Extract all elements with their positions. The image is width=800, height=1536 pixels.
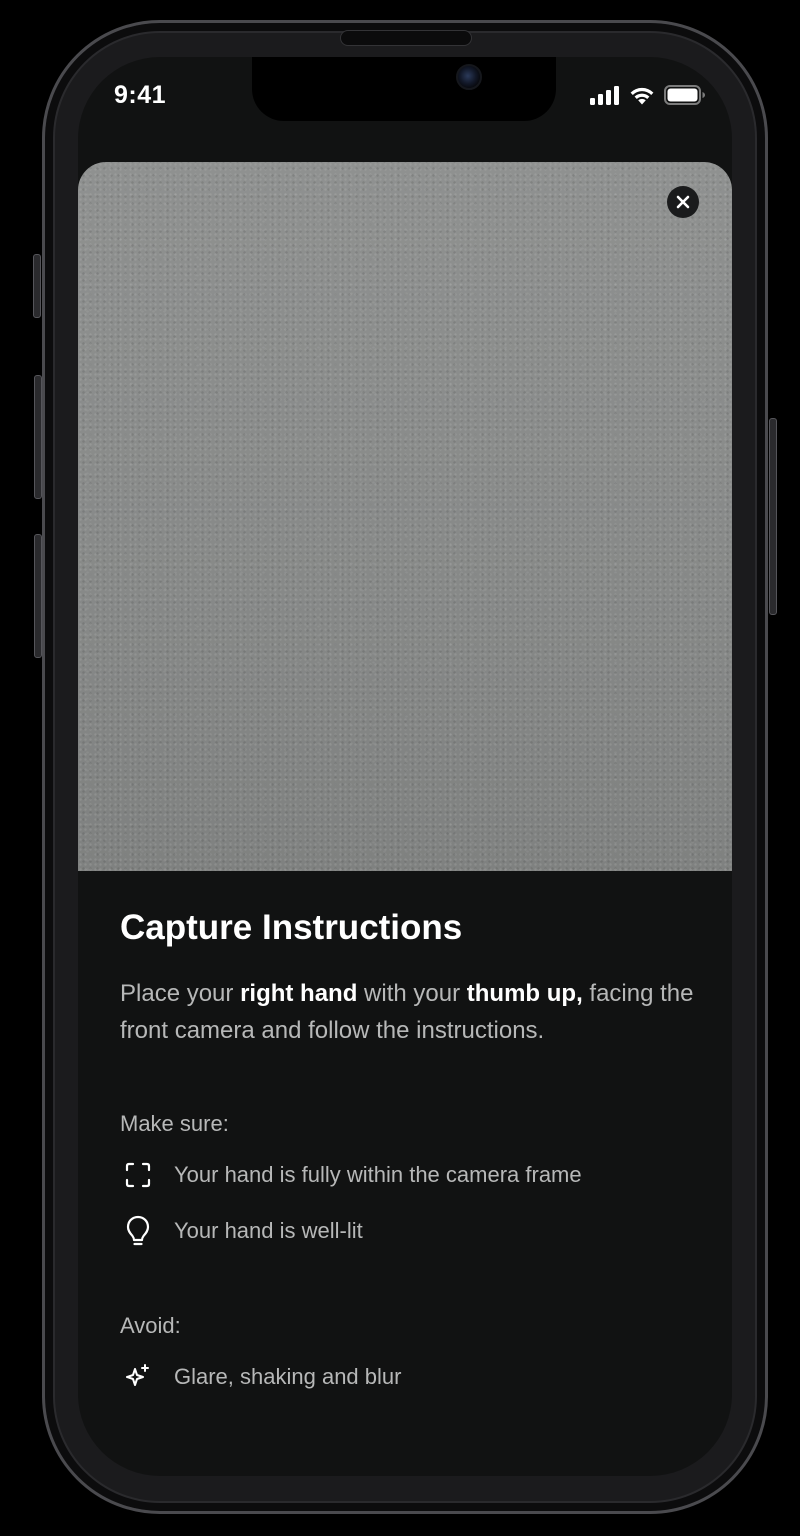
camera-preview [78,162,732,871]
mute-switch [33,254,41,318]
description-text-2: with your [357,980,467,1007]
avoid-list: Glare, shaking and blur [120,1349,700,1405]
description-text-1: Place your [120,980,241,1007]
list-item: Your hand is well-lit [120,1203,700,1259]
close-icon [676,195,690,209]
dynamic-notch [252,57,556,121]
status-icons [590,85,706,105]
sparkle-icon [118,1357,158,1397]
wifi-icon [630,87,654,105]
cellular-signal-icon [590,86,619,105]
power-button [769,418,777,615]
earpiece-speaker [340,30,472,46]
front-camera-lens [456,64,482,90]
make-sure-list: Your hand is fully within the camera fra… [120,1147,700,1259]
phone-screen: 9:41 Capture Instructions Place your rig… [78,57,732,1476]
list-item: Glare, shaking and blur [120,1349,700,1405]
avoid-label: Avoid: [120,1313,181,1338]
frame-corners-icon [118,1155,158,1195]
close-button[interactable] [667,186,699,218]
volume-down-button [34,534,42,658]
battery-icon [664,85,705,105]
status-bar: 9:41 [78,57,732,137]
list-item-text: Your hand is well-lit [174,1218,363,1243]
volume-up-button [34,375,42,499]
list-item: Your hand is fully within the camera fra… [120,1147,700,1203]
instructions-description: Place your right hand with your thumb up… [120,975,702,1049]
page-title: Capture Instructions [120,908,463,947]
status-time: 9:41 [114,81,167,109]
instructions-panel: Capture Instructions Place your right ha… [120,907,700,1405]
lightbulb-icon [118,1211,158,1251]
description-bold-thumb-up: thumb up, [466,980,583,1007]
make-sure-label: Make sure: [120,1111,229,1136]
list-item-text: Your hand is fully within the camera fra… [174,1162,582,1187]
description-bold-right-hand: right hand [240,980,358,1007]
list-item-text: Glare, shaking and blur [174,1364,402,1389]
